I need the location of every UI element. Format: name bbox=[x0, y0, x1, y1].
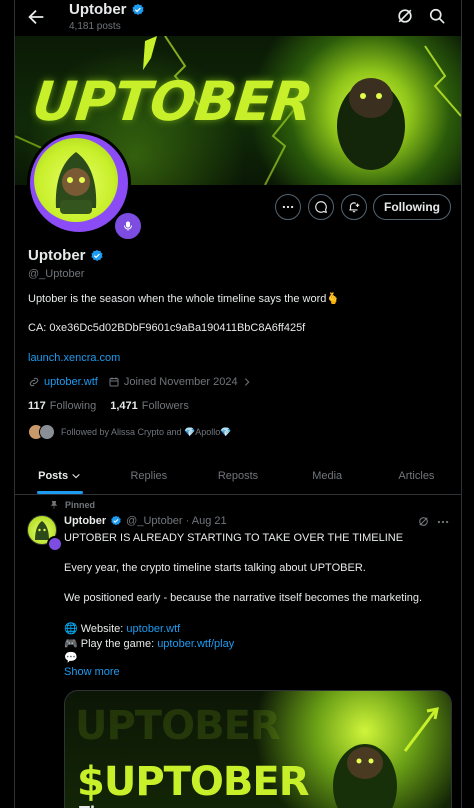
right-gutter bbox=[461, 0, 474, 808]
post-website-link[interactable]: uptober.wtf bbox=[126, 623, 180, 635]
tab-posts-label: Posts bbox=[38, 470, 69, 482]
cat-avatar-art bbox=[55, 152, 97, 214]
calendar-icon bbox=[109, 377, 119, 387]
profile-tabs: Posts Replies Reposts Media Articles bbox=[15, 458, 461, 495]
tab-articles[interactable]: Articles bbox=[372, 458, 461, 494]
post-meta: @_Uptober · Aug 21 bbox=[126, 515, 227, 527]
header-post-count: 4,181 posts bbox=[69, 21, 121, 32]
search-icon[interactable] bbox=[427, 6, 447, 26]
bell-plus-icon bbox=[349, 202, 360, 213]
following-count: 117 bbox=[28, 400, 46, 412]
header-title-text: Uptober bbox=[69, 1, 127, 18]
pin-icon bbox=[50, 500, 58, 509]
profile-header: Uptober 4,181 posts bbox=[15, 0, 461, 36]
verified-icon bbox=[131, 3, 144, 15]
profile-column: Uptober 4,181 posts UPTOBER Following Up… bbox=[15, 0, 461, 808]
profile-handle: @_Uptober bbox=[28, 268, 85, 280]
tab-replies[interactable]: Replies bbox=[104, 458, 193, 494]
following-stat[interactable]: 117 Following bbox=[28, 400, 96, 412]
pinned-indicator: Pinned bbox=[49, 500, 95, 510]
media-subtitle: Th bbox=[79, 803, 101, 808]
followers-stat[interactable]: 1,471 Followers bbox=[110, 400, 189, 412]
website-label: 🌐 Website: bbox=[64, 623, 127, 635]
post-game-line: 🎮 Play the game: uptober.wtf/play bbox=[64, 637, 234, 650]
tab-media[interactable]: Media bbox=[283, 458, 372, 494]
post-paragraph-1: Every year, the crypto timeline starts t… bbox=[64, 562, 366, 574]
verified-icon bbox=[111, 515, 121, 526]
chevron-right-icon[interactable] bbox=[242, 377, 252, 387]
spaces-badge[interactable] bbox=[112, 210, 144, 242]
spaces-badge-small bbox=[47, 536, 63, 552]
grok-icon[interactable] bbox=[395, 6, 415, 26]
post-more-icon[interactable] bbox=[436, 515, 450, 529]
post-headline: UPTOBER IS ALREADY STARTING TO TAKE OVER… bbox=[64, 532, 404, 544]
post-author-name[interactable]: Uptober bbox=[64, 515, 106, 527]
website-link[interactable]: uptober.wtf bbox=[44, 376, 98, 388]
following-button[interactable]: Following bbox=[373, 194, 451, 220]
tab-posts[interactable]: Posts bbox=[15, 458, 104, 494]
link-icon bbox=[29, 377, 39, 387]
profile-meta: uptober.wtf Joined November 2024 bbox=[28, 376, 252, 388]
verified-icon bbox=[90, 249, 103, 261]
post-chat-emoji: 💬 bbox=[64, 652, 78, 664]
bio-link[interactable]: launch.xencra.com bbox=[28, 352, 120, 364]
post-media-image[interactable]: UPTOBER $UPTOBER Th bbox=[64, 690, 452, 808]
more-button[interactable] bbox=[275, 194, 301, 220]
post-paragraph-2: We positioned early - because the narrat… bbox=[64, 592, 423, 604]
notifications-button[interactable] bbox=[341, 194, 367, 220]
post-header: Uptober @_Uptober · Aug 21 bbox=[64, 515, 227, 527]
more-dots-icon bbox=[282, 205, 294, 209]
pinned-label: Pinned bbox=[65, 500, 96, 510]
left-gutter bbox=[0, 0, 15, 808]
grok-icon[interactable] bbox=[417, 515, 430, 528]
followed-by[interactable]: Followed by Alissa Crypto and 💎Apollo💎 bbox=[28, 424, 232, 440]
followed-by-text: Followed by Alissa Crypto and 💎Apollo💎 bbox=[61, 426, 232, 437]
profile-name-text: Uptober bbox=[28, 247, 86, 264]
back-arrow-icon[interactable] bbox=[25, 6, 47, 28]
chat-bubble-icon bbox=[315, 201, 328, 214]
game-label: 🎮 Play the game: bbox=[64, 638, 158, 650]
following-stat-label: Following bbox=[49, 400, 97, 412]
banner-title: UPTOBER bbox=[29, 70, 316, 133]
joined-date: Joined November 2024 bbox=[123, 376, 238, 388]
bio-text: Uptober is the season when the whole tim… bbox=[28, 293, 327, 305]
avatar-image bbox=[34, 138, 118, 222]
followers-count: 1,471 bbox=[110, 400, 138, 412]
show-more-link[interactable]: Show more bbox=[64, 666, 120, 678]
follower-avatar bbox=[39, 424, 55, 440]
profile-bio: Uptober is the season when the whole tim… bbox=[28, 292, 340, 305]
contract-address: CA: 0xe36Dc5d02BDbF9601c9aBa190411BbC8A6… bbox=[28, 322, 306, 334]
bio-emoji: 🫰 bbox=[326, 293, 341, 305]
followers-stat-label: Followers bbox=[141, 400, 189, 412]
post-game-link[interactable]: uptober.wtf/play bbox=[157, 638, 234, 650]
media-title: $UPTOBER bbox=[77, 759, 310, 805]
chevron-down-icon bbox=[72, 473, 80, 479]
microphone-icon bbox=[124, 221, 132, 231]
post-website-line: 🌐 Website: uptober.wtf bbox=[64, 622, 180, 635]
grok-profile-button[interactable] bbox=[308, 194, 334, 220]
tab-reposts[interactable]: Reposts bbox=[193, 458, 282, 494]
profile-name: Uptober bbox=[28, 247, 104, 264]
follow-stats: 117 Following 1,471 Followers bbox=[28, 400, 189, 412]
header-title: Uptober bbox=[69, 1, 145, 18]
